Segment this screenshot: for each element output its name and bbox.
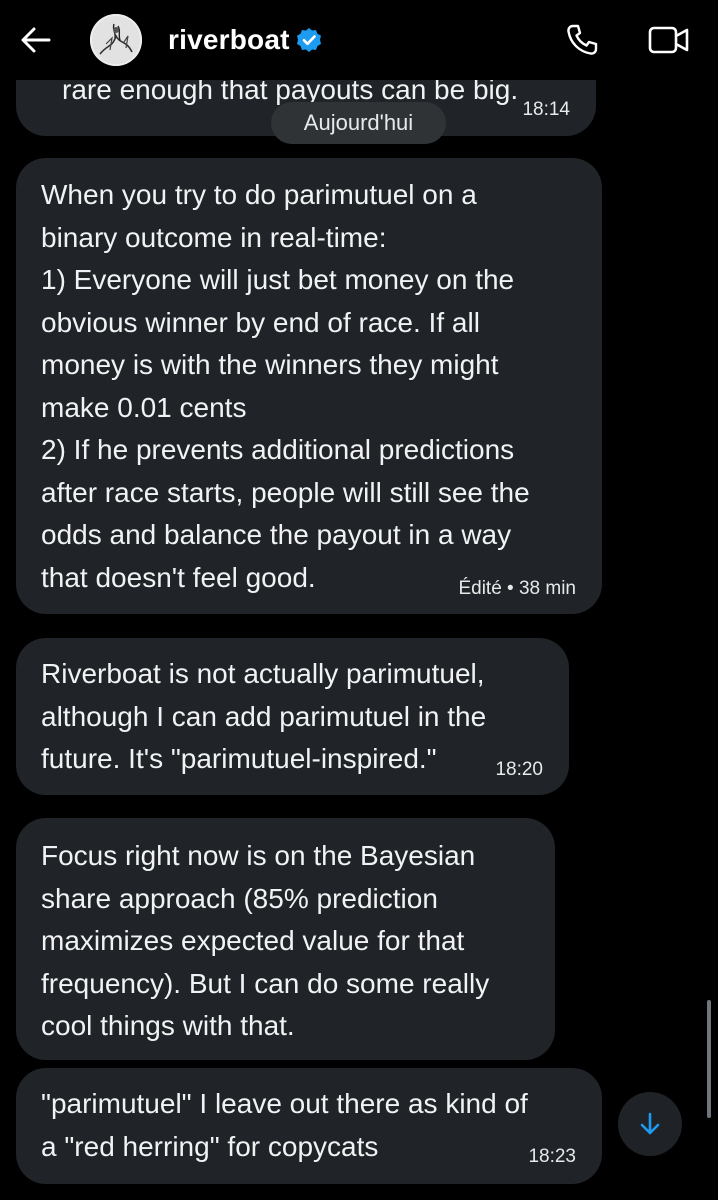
date-separator: Aujourd'hui: [271, 102, 446, 144]
verified-badge-icon: [296, 27, 322, 53]
riverboat-avatar-icon: [90, 14, 142, 66]
scroll-to-bottom-button[interactable]: [618, 1092, 682, 1156]
message-text: When you try to do parimutuel on a binar…: [41, 179, 530, 593]
video-camera-icon: [648, 26, 689, 54]
call-button[interactable]: [560, 20, 604, 60]
contact-name-label: riverboat: [168, 24, 290, 55]
avatar[interactable]: [90, 14, 142, 66]
arrow-down-icon: [640, 1112, 660, 1135]
message-text: "parimutuel" I leave out there as kind o…: [41, 1088, 528, 1162]
video-call-button[interactable]: [644, 20, 694, 60]
back-button[interactable]: [14, 20, 58, 60]
message-timestamp: 18:20: [495, 759, 543, 780]
message-bubble[interactable]: Focus right now is on the Bayesian share…: [16, 818, 555, 1060]
message-timestamp: 18:23: [528, 1146, 576, 1167]
conversation-header: riverboat: [0, 0, 718, 80]
arrow-left-icon: [21, 27, 51, 53]
message-edited-timestamp: Édité • 38 min: [458, 578, 576, 599]
message-bubble[interactable]: Riverboat is not actually parimutuel, al…: [16, 638, 569, 795]
message-timestamp: 18:14: [522, 99, 570, 120]
scrollbar[interactable]: [707, 1000, 711, 1118]
message-bubble[interactable]: When you try to do parimutuel on a binar…: [16, 158, 602, 614]
message-text: Focus right now is on the Bayesian share…: [41, 840, 490, 1041]
message-text: Riverboat is not actually parimutuel, al…: [41, 658, 487, 774]
contact-name[interactable]: riverboat: [168, 24, 322, 56]
phone-icon: [567, 24, 598, 55]
message-bubble[interactable]: "parimutuel" I leave out there as kind o…: [16, 1068, 602, 1184]
